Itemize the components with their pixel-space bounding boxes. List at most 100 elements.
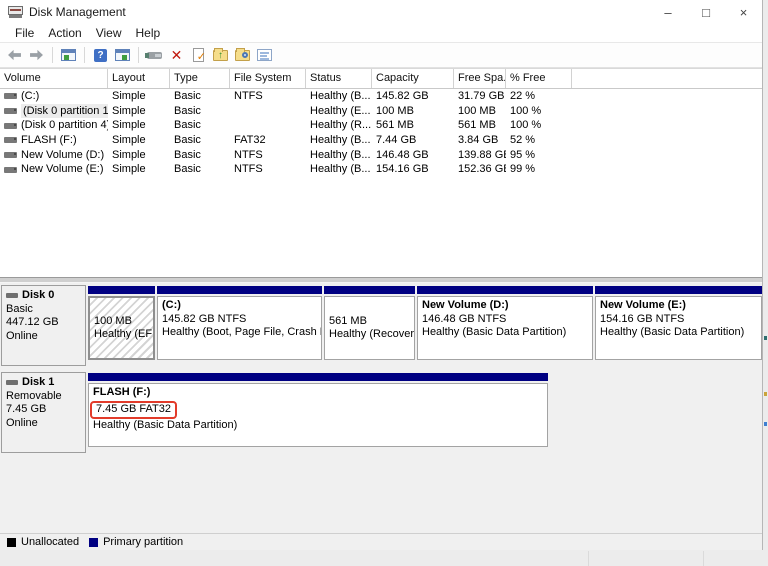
volume-name: (Disk 0 partition 1): [21, 104, 108, 119]
menu-help[interactable]: Help: [129, 24, 168, 42]
partition-size: 154.16 GB NTFS: [600, 313, 757, 327]
disk0-partition-band: 100 MB Healthy (EFI (C:) 145.82 GB NTFS …: [88, 286, 762, 360]
cell-layout: Simple: [108, 162, 170, 177]
disk0-type: Basic: [6, 303, 81, 317]
toolbar: ? ✕ ↑: [0, 43, 762, 68]
disk-management-app-icon: [8, 6, 23, 18]
partition-size: 145.82 GB NTFS: [162, 313, 317, 327]
menu-action[interactable]: Action: [41, 24, 88, 42]
column-header-free-space[interactable]: Free Spa...: [454, 69, 506, 88]
table-row[interactable]: (Disk 0 partition 1) Simple Basic Health…: [0, 104, 762, 119]
column-header-status[interactable]: Status: [306, 69, 372, 88]
action-pane-icon[interactable]: [113, 47, 132, 64]
check-document-icon[interactable]: [189, 47, 208, 64]
volume-name: (C:): [21, 89, 39, 104]
cell-pct-free: 22 %: [506, 89, 572, 104]
cell-free-space: 139.88 GB: [454, 148, 506, 163]
close-button[interactable]: ×: [725, 0, 762, 24]
volume-name: New Volume (D:): [21, 148, 104, 163]
partition-status: Healthy (Boot, Page File, Crash Dun: [162, 326, 317, 340]
partition-status: Healthy (Recovery: [329, 328, 410, 342]
disk1-type: Removable: [6, 390, 81, 404]
volume-list-pane: Volume Layout Type File System Status Ca…: [0, 68, 762, 277]
forward-icon[interactable]: [27, 47, 46, 64]
partition-c[interactable]: (C:) 145.82 GB NTFS Healthy (Boot, Page …: [157, 286, 322, 360]
legend-label: Unallocated: [21, 536, 79, 548]
partition-efi[interactable]: 100 MB Healthy (EFI: [88, 286, 155, 360]
cell-capacity: 7.44 GB: [372, 133, 454, 148]
cell-free-space: 3.84 GB: [454, 133, 506, 148]
console-tree-icon[interactable]: [59, 47, 78, 64]
partition-status: Healthy (Basic Data Partition): [93, 419, 543, 433]
partition-color-bar: [88, 286, 155, 294]
column-header-pct-free[interactable]: % Free: [506, 69, 572, 88]
desktop-divider: [703, 551, 704, 566]
volume-table-header: Volume Layout Type File System Status Ca…: [0, 68, 762, 89]
disk1-status: Online: [6, 417, 81, 431]
disk1-size: 7.45 GB: [6, 403, 81, 417]
cell-status: Healthy (B...: [306, 89, 372, 104]
table-row[interactable]: New Volume (D:) Simple Basic NTFS Health…: [0, 148, 762, 163]
table-row[interactable]: (C:) Simple Basic NTFS Healthy (B... 145…: [0, 89, 762, 104]
partition-e[interactable]: New Volume (E:) 154.16 GB NTFS Healthy (…: [595, 286, 762, 360]
disk-management-window: Disk Management – □ × File Action View H…: [0, 0, 763, 550]
partition-color-bar: [88, 373, 548, 381]
cell-pct-free: 100 %: [506, 104, 572, 119]
partition-title: New Volume (D:): [422, 299, 588, 313]
column-header-filler: [572, 69, 762, 88]
cell-file-system: [230, 118, 306, 133]
menu-file[interactable]: File: [8, 24, 41, 42]
disk0-size: 447.12 GB: [6, 316, 81, 330]
cell-capacity: 146.48 GB: [372, 148, 454, 163]
partition-title: FLASH (F:): [93, 386, 543, 400]
partition-status: Healthy (Basic Data Partition): [422, 326, 588, 340]
disk0-label-panel[interactable]: Disk 0 Basic 447.12 GB Online: [1, 285, 86, 366]
cell-status: Healthy (B...: [306, 148, 372, 163]
cell-type: Basic: [170, 104, 230, 119]
column-header-volume[interactable]: Volume: [0, 69, 108, 88]
maximize-button[interactable]: □: [687, 0, 725, 24]
disk1-partition-band: FLASH (F:) 7.45 GB FAT32 Healthy (Basic …: [88, 373, 548, 447]
desktop-divider: [588, 551, 589, 566]
cell-file-system: FAT32: [230, 133, 306, 148]
toolbar-separator: [138, 47, 139, 63]
cell-file-system: NTFS: [230, 148, 306, 163]
titlebar: Disk Management – □ ×: [0, 0, 762, 24]
cell-layout: Simple: [108, 89, 170, 104]
back-icon[interactable]: [5, 47, 24, 64]
delete-volume-icon[interactable]: ✕: [167, 47, 186, 64]
partition-color-bar: [324, 286, 415, 294]
tool-icon[interactable]: [145, 47, 164, 64]
disk1-name: Disk 1: [22, 376, 54, 390]
column-header-layout[interactable]: Layout: [108, 69, 170, 88]
legend-bar: Unallocated Primary partition: [0, 533, 762, 550]
cell-status: Healthy (R...: [306, 118, 372, 133]
help-icon[interactable]: ?: [91, 47, 110, 64]
column-header-file-system[interactable]: File System: [230, 69, 306, 88]
cell-layout: Simple: [108, 104, 170, 119]
properties-icon[interactable]: [255, 47, 274, 64]
column-header-type[interactable]: Type: [170, 69, 230, 88]
disk1-label-panel[interactable]: Disk 1 Removable 7.45 GB Online: [1, 372, 86, 453]
table-row[interactable]: New Volume (E:) Simple Basic NTFS Health…: [0, 162, 762, 177]
minimize-button[interactable]: –: [649, 0, 687, 24]
menu-view[interactable]: View: [89, 24, 129, 42]
partition-recovery[interactable]: 561 MB Healthy (Recovery: [324, 286, 415, 360]
column-header-capacity[interactable]: Capacity: [372, 69, 454, 88]
table-row[interactable]: (Disk 0 partition 4) Simple Basic Health…: [0, 118, 762, 133]
folder-search-icon[interactable]: [233, 47, 252, 64]
cell-pct-free: 52 %: [506, 133, 572, 148]
table-row[interactable]: FLASH (F:) Simple Basic FAT32 Healthy (B…: [0, 133, 762, 148]
folder-up-icon[interactable]: ↑: [211, 47, 230, 64]
partition-d[interactable]: New Volume (D:) 146.48 GB NTFS Healthy (…: [417, 286, 593, 360]
cell-capacity: 154.16 GB: [372, 162, 454, 177]
window-controls: – □ ×: [649, 0, 762, 24]
legend-primary-partition: Primary partition: [89, 536, 183, 548]
partition-flash-f[interactable]: FLASH (F:) 7.45 GB FAT32 Healthy (Basic …: [88, 373, 548, 447]
partition-size: 7.45 GB FAT32: [96, 403, 171, 415]
menubar: File Action View Help: [0, 24, 762, 43]
disk0-name: Disk 0: [22, 289, 54, 303]
cell-layout: Simple: [108, 118, 170, 133]
disk-icon: [6, 293, 18, 298]
cell-capacity: 100 MB: [372, 104, 454, 119]
